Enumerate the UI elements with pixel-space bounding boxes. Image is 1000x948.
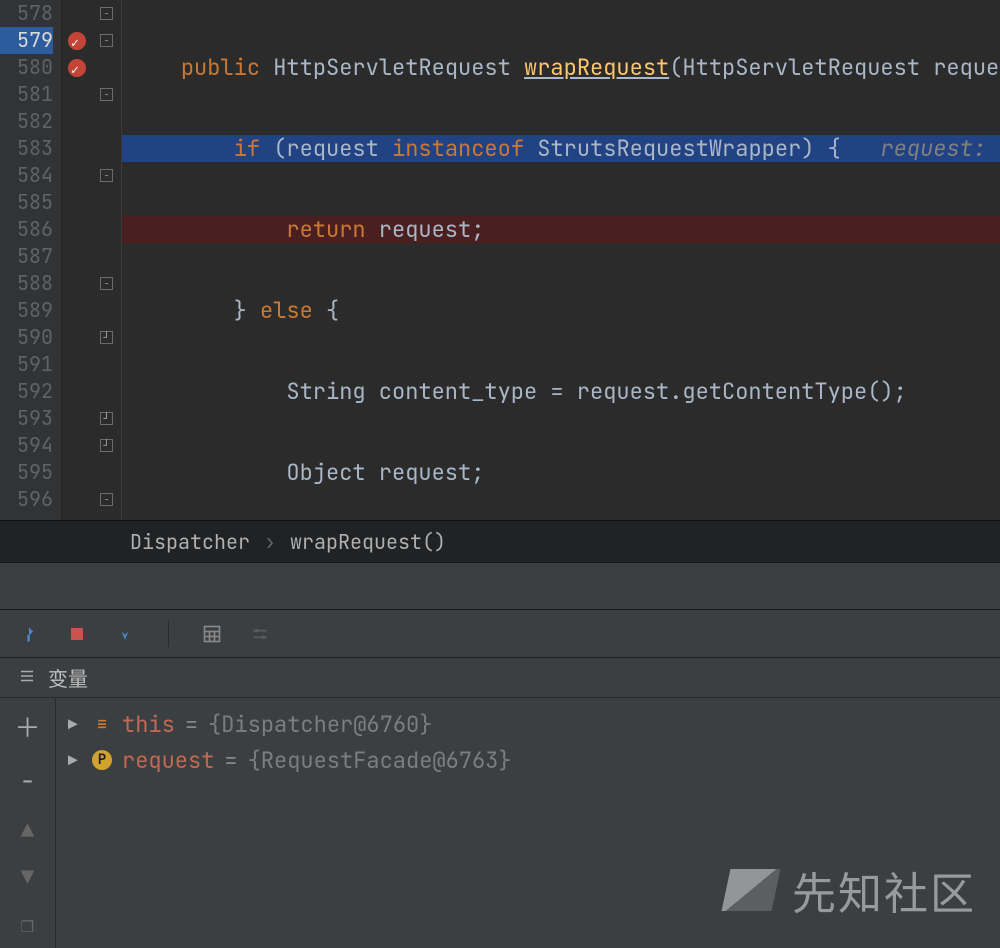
line-number-gutter[interactable]: 578 579 580 581 582 583 584 585 586 587 …: [0, 0, 62, 520]
breakpoint-icon[interactable]: [68, 59, 86, 77]
breakpoint-gutter[interactable]: [62, 0, 92, 520]
fold-end-icon[interactable]: ┘: [100, 439, 113, 452]
line-number[interactable]: 593: [0, 405, 53, 432]
line-number[interactable]: 592: [0, 378, 53, 405]
equals-sign: =: [185, 710, 198, 739]
variable-name: this: [122, 710, 175, 739]
fold-toggle-icon[interactable]: −: [100, 493, 113, 506]
fold-end-icon[interactable]: ┘: [100, 331, 113, 344]
variable-value: {Dispatcher@6760}: [208, 710, 432, 739]
arrow-up-icon[interactable]: ▲: [21, 816, 34, 845]
panel-divider[interactable]: [0, 562, 1000, 610]
method-declaration[interactable]: wrapRequest: [524, 53, 669, 82]
line-number[interactable]: 589: [0, 297, 53, 324]
calculator-icon[interactable]: [201, 623, 223, 645]
watermark: 先知社区: [726, 858, 976, 922]
chevron-right-icon: ›: [264, 529, 276, 555]
stop-icon[interactable]: [66, 623, 88, 645]
line-number[interactable]: 590: [0, 324, 53, 351]
copy-icon[interactable]: ❐: [21, 910, 34, 939]
toolbar-separator: [168, 621, 169, 647]
menu-icon[interactable]: [18, 665, 36, 691]
rerun-icon[interactable]: [18, 623, 40, 645]
line-number[interactable]: 581: [0, 81, 53, 108]
breadcrumb[interactable]: Dispatcher › wrapRequest(): [0, 520, 1000, 562]
variable-value: {RequestFacade@6763}: [248, 746, 512, 775]
field-group-icon: ≡: [92, 714, 112, 734]
variables-side-toolbar: ＋ − ▲ ▼ ❐: [0, 698, 56, 948]
line-number[interactable]: 582: [0, 108, 53, 135]
execution-line[interactable]: if (request instanceof StrutsRequestWrap…: [122, 135, 1000, 162]
line-number[interactable]: 587: [0, 243, 53, 270]
equals-sign: =: [224, 746, 237, 775]
breadcrumb-item[interactable]: wrapRequest(): [290, 529, 446, 555]
code-editor[interactable]: 578 579 580 581 582 583 584 585 586 587 …: [0, 0, 1000, 520]
variables-panel-header[interactable]: 变量: [0, 658, 1000, 698]
line-number-current[interactable]: 579: [0, 27, 53, 54]
fold-toggle-icon[interactable]: −: [100, 34, 113, 47]
parameter-icon: P: [92, 750, 112, 770]
watermark-text: 先知社区: [792, 858, 976, 922]
fold-gutter[interactable]: − − − − − ┘ ┘ ┘ −: [92, 0, 122, 520]
line-number[interactable]: 586: [0, 216, 53, 243]
inline-hint: request: R: [880, 134, 1000, 163]
expand-arrow-icon[interactable]: ▶: [68, 714, 82, 735]
fold-toggle-icon[interactable]: −: [100, 277, 113, 290]
fold-toggle-icon[interactable]: −: [100, 7, 113, 20]
expand-arrow-icon[interactable]: ▶: [68, 750, 82, 771]
line-number[interactable]: 584: [0, 162, 53, 189]
step-into-icon[interactable]: [114, 623, 136, 645]
debug-toolbar: [0, 610, 1000, 658]
variable-name: request: [122, 746, 214, 775]
add-watch-icon[interactable]: ＋: [14, 708, 40, 745]
arrow-down-icon[interactable]: ▼: [21, 863, 34, 892]
line-number[interactable]: 595: [0, 459, 53, 486]
fold-toggle-icon[interactable]: −: [100, 88, 113, 101]
fold-end-icon[interactable]: ┘: [100, 412, 113, 425]
line-number[interactable]: 591: [0, 351, 53, 378]
code-content[interactable]: public HttpServletRequest wrapRequest(Ht…: [122, 0, 1000, 520]
breadcrumb-item[interactable]: Dispatcher: [130, 529, 250, 555]
line-number[interactable]: 588: [0, 270, 53, 297]
variable-row[interactable]: ▶ ≡ this = {Dispatcher@6760}: [68, 706, 1000, 742]
breakpoint-icon[interactable]: [68, 32, 86, 50]
settings-icon[interactable]: [249, 623, 271, 645]
fold-toggle-icon[interactable]: −: [100, 169, 113, 182]
line-number[interactable]: 585: [0, 189, 53, 216]
variable-row[interactable]: ▶ P request = {RequestFacade@6763}: [68, 742, 1000, 778]
breakpoint-line[interactable]: return request;: [122, 216, 1000, 243]
line-number[interactable]: 596: [0, 486, 53, 513]
line-number[interactable]: 583: [0, 135, 53, 162]
line-number[interactable]: 594: [0, 432, 53, 459]
remove-watch-icon[interactable]: −: [20, 763, 36, 798]
variables-panel-title: 变量: [48, 663, 88, 692]
line-number[interactable]: 578: [0, 0, 53, 27]
watermark-logo-icon: [722, 869, 781, 911]
line-number[interactable]: 580: [0, 54, 53, 81]
